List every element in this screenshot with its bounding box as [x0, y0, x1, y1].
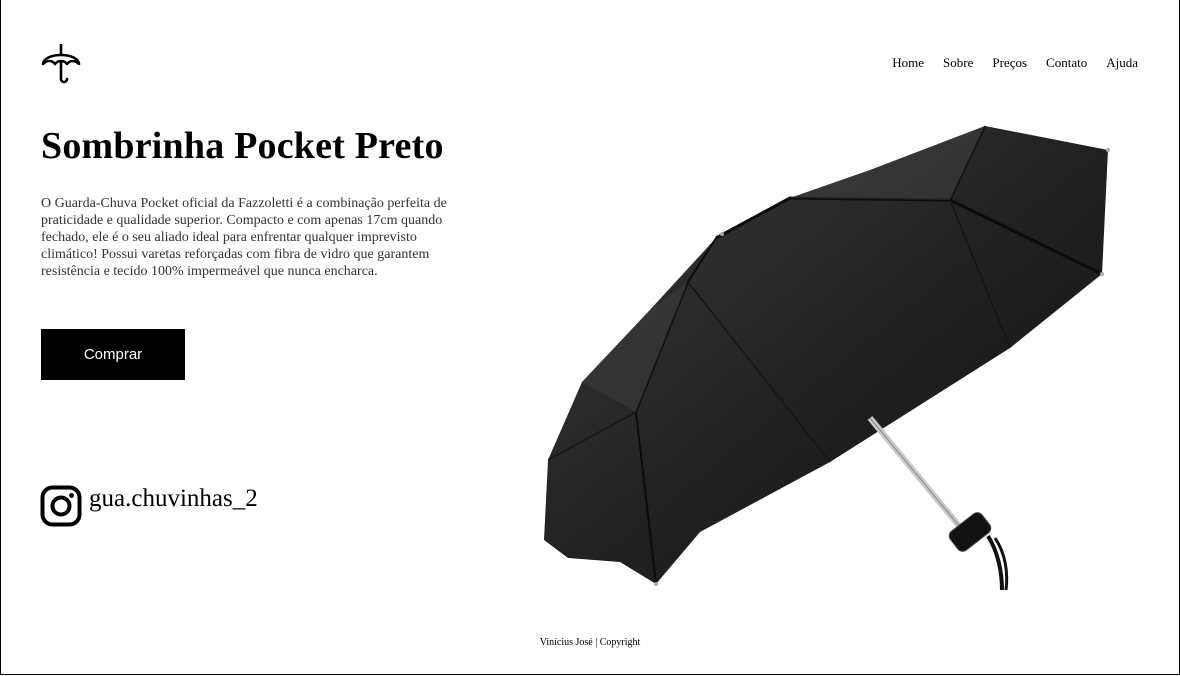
footer-copyright: Vinícius José | Copyright	[539, 637, 641, 648]
instagram-icon[interactable]	[40, 485, 82, 527]
umbrella-icon[interactable]	[40, 42, 82, 84]
nav-sobre[interactable]: Sobre	[943, 55, 973, 71]
nav-home[interactable]: Home	[892, 55, 924, 71]
nav-precos[interactable]: Preços	[992, 55, 1027, 71]
instagram-handle[interactable]: gua.chuvinhas_2	[89, 485, 258, 513]
page-title: Sombrinha Pocket Preto	[41, 125, 444, 167]
main-nav: Home Sobre Preços Contato Ajuda	[873, 55, 1138, 71]
product-image	[544, 125, 1110, 591]
nav-contato[interactable]: Contato	[1046, 55, 1087, 71]
buy-button[interactable]: Comprar	[41, 329, 185, 380]
product-description: O Guarda-Chuva Pocket oficial da Fazzole…	[41, 196, 447, 279]
nav-ajuda[interactable]: Ajuda	[1106, 55, 1138, 71]
